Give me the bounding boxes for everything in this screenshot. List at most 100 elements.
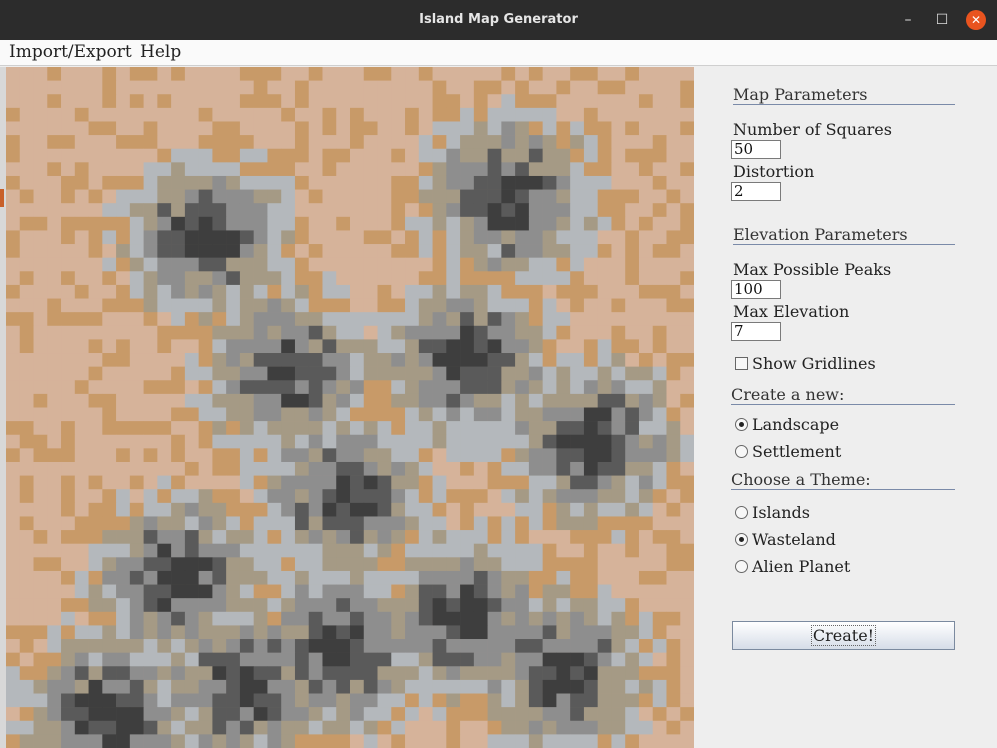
map-tile (446, 216, 461, 231)
map-tile (611, 135, 626, 150)
map-tile (446, 489, 461, 504)
map-tile (171, 121, 186, 136)
map-tile (652, 230, 667, 245)
map-tile (102, 570, 117, 585)
map-tile (487, 475, 502, 490)
map-tile (666, 325, 681, 340)
map-tile (157, 679, 172, 694)
map-tile (556, 380, 571, 395)
alien-planet-radio[interactable] (735, 560, 748, 573)
map-tile (460, 516, 475, 531)
map-tile (652, 203, 667, 218)
max-elevation-field[interactable]: 7 (731, 322, 781, 341)
map-tile (528, 135, 543, 150)
map-tile (556, 67, 571, 81)
menu-help[interactable]: Help (140, 42, 181, 62)
map-tile (405, 257, 420, 272)
map-tile (446, 448, 461, 463)
islands-radio[interactable] (735, 506, 748, 519)
map-tile (171, 652, 186, 667)
map-tile (157, 94, 172, 109)
map-tile (184, 461, 199, 476)
map-tile (281, 339, 296, 354)
map-tile (336, 366, 351, 381)
map-tile (226, 625, 241, 640)
map-tile (405, 94, 420, 109)
map-tile (116, 557, 131, 572)
map-tile (336, 611, 351, 626)
map-tile (597, 652, 612, 667)
max-peaks-field[interactable]: 100 (731, 280, 781, 299)
map-tile (515, 257, 530, 272)
map-canvas[interactable] (6, 67, 694, 748)
landscape-radio[interactable] (735, 418, 748, 431)
map-tile (377, 543, 392, 558)
map-tile (294, 94, 310, 109)
map-tile (363, 107, 378, 122)
map-tile (198, 353, 213, 367)
map-tile (391, 257, 406, 272)
map-tile (47, 80, 62, 95)
map-tile (212, 312, 227, 327)
map-tile (487, 543, 502, 558)
map-tile (322, 666, 337, 681)
number-of-squares-field[interactable]: 50 (731, 140, 781, 159)
map-tile (680, 339, 694, 354)
map-tile (625, 475, 640, 490)
map-tile (446, 421, 461, 436)
map-tile (597, 421, 612, 436)
map-tile (253, 679, 268, 694)
map-tile (239, 325, 254, 340)
map-tile (350, 244, 365, 258)
map-tile (652, 366, 667, 381)
maximize-button[interactable]: ☐ (932, 10, 952, 30)
map-tile (515, 543, 530, 558)
map-tile (542, 393, 557, 408)
map-tile (19, 666, 34, 681)
show-gridlines-checkbox[interactable] (735, 357, 748, 370)
map-tile (47, 380, 62, 395)
map-tile (638, 625, 654, 640)
map-tile (680, 461, 694, 476)
map-tile (418, 312, 433, 327)
map-tile (363, 530, 378, 544)
map-tile (515, 189, 530, 204)
map-tile (418, 652, 433, 667)
map-tile (47, 189, 62, 204)
create-button[interactable]: Create! (732, 621, 955, 650)
map-tile (88, 598, 103, 613)
map-tile (74, 598, 89, 613)
map-tile (171, 734, 186, 748)
wasteland-radio[interactable] (735, 533, 748, 546)
map-tile (625, 298, 640, 313)
map-tile (652, 734, 667, 748)
map-tile (322, 707, 337, 722)
map-tile (528, 434, 543, 449)
map-tile (625, 203, 640, 218)
minimize-button[interactable]: – (898, 10, 918, 30)
map-tile (638, 407, 654, 422)
map-tile (171, 557, 186, 572)
menu-import-export[interactable]: Import/Export (9, 42, 132, 62)
map-tile (666, 598, 681, 613)
map-tile (171, 271, 186, 286)
map-tile (666, 502, 681, 517)
distortion-field[interactable]: 2 (731, 182, 781, 201)
map-tile (570, 707, 585, 722)
map-tile (542, 543, 557, 558)
map-tile (680, 312, 694, 327)
map-tile (501, 407, 516, 422)
map-tile (350, 557, 365, 572)
map-tile (350, 94, 365, 109)
map-tile (116, 516, 131, 531)
map-tile (666, 284, 681, 299)
close-button[interactable]: ✕ (966, 10, 986, 30)
map-tile (102, 679, 117, 694)
map-tile (611, 530, 626, 544)
map-tile (129, 135, 144, 150)
map-tile (405, 135, 420, 150)
map-tile (239, 461, 254, 476)
map-tile (350, 421, 365, 436)
settlement-radio[interactable] (735, 445, 748, 458)
map-tile (336, 393, 351, 408)
